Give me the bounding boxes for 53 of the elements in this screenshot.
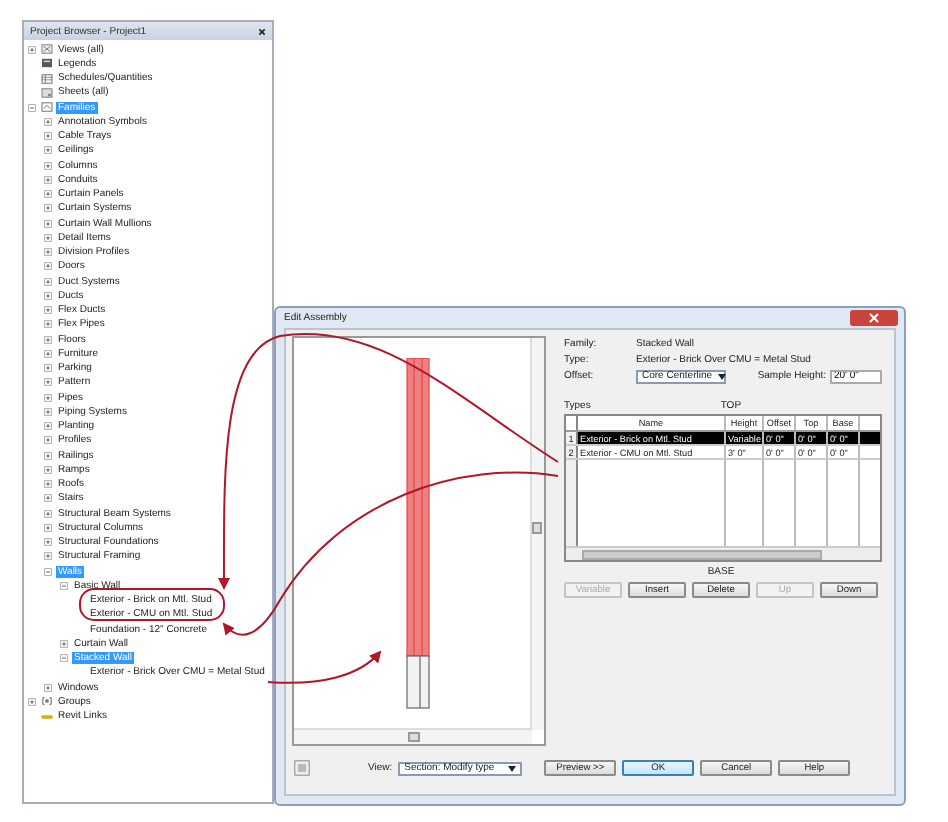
expander-icon[interactable] bbox=[60, 581, 68, 590]
horizontal-scrollbar[interactable] bbox=[294, 728, 532, 744]
horizontal-scrollbar[interactable] bbox=[566, 546, 880, 560]
expander-icon[interactable] bbox=[44, 378, 52, 387]
close-icon[interactable] bbox=[258, 27, 266, 35]
expander-icon[interactable] bbox=[44, 204, 52, 213]
views-icon bbox=[40, 44, 54, 55]
expander-icon[interactable] bbox=[28, 45, 36, 54]
expander-icon[interactable] bbox=[28, 697, 36, 706]
families-icon bbox=[40, 102, 54, 113]
expander-icon[interactable] bbox=[44, 393, 52, 402]
expander-icon[interactable] bbox=[44, 117, 52, 126]
expander-icon[interactable] bbox=[44, 349, 52, 358]
expander-icon[interactable] bbox=[44, 335, 52, 344]
expander-icon[interactable] bbox=[44, 480, 52, 489]
sheets-icon bbox=[40, 87, 54, 98]
groups-icon bbox=[40, 696, 54, 707]
expander-icon[interactable] bbox=[44, 407, 52, 416]
caret-icon bbox=[508, 765, 517, 771]
expander-icon[interactable] bbox=[28, 103, 36, 112]
expander-icon[interactable] bbox=[44, 552, 52, 561]
preview-toggle-icon[interactable] bbox=[294, 760, 310, 776]
expander-icon[interactable] bbox=[44, 132, 52, 141]
expander-icon[interactable] bbox=[44, 567, 52, 576]
expander-icon[interactable] bbox=[44, 364, 52, 373]
expander-icon[interactable] bbox=[44, 233, 52, 242]
expander-icon[interactable] bbox=[44, 683, 52, 692]
expander-icon[interactable] bbox=[44, 509, 52, 518]
vertical-scrollbar[interactable] bbox=[530, 338, 544, 730]
expander-icon[interactable] bbox=[44, 291, 52, 300]
expander-icon[interactable] bbox=[60, 654, 68, 663]
expander-icon[interactable] bbox=[44, 306, 52, 315]
expander-icon[interactable] bbox=[44, 277, 52, 286]
expander-icon[interactable] bbox=[44, 451, 52, 460]
expander-icon[interactable] bbox=[44, 262, 52, 271]
expander-icon[interactable] bbox=[44, 494, 52, 503]
expander-icon[interactable] bbox=[44, 219, 52, 228]
expander-icon[interactable] bbox=[44, 146, 52, 155]
expander-icon[interactable] bbox=[44, 248, 52, 257]
expander-icon[interactable] bbox=[44, 523, 52, 532]
expander-icon[interactable] bbox=[44, 436, 52, 445]
caret-icon bbox=[718, 373, 727, 379]
schedules-icon bbox=[40, 73, 54, 84]
expander-icon[interactable] bbox=[44, 422, 52, 431]
expander-icon[interactable] bbox=[44, 538, 52, 547]
expander-icon[interactable] bbox=[44, 320, 52, 329]
expander-icon[interactable] bbox=[44, 190, 52, 199]
expander-icon[interactable] bbox=[44, 465, 52, 474]
expander-icon[interactable] bbox=[60, 639, 68, 648]
expander-icon[interactable] bbox=[44, 161, 52, 170]
legends-icon bbox=[40, 58, 54, 69]
expander-icon[interactable] bbox=[44, 175, 52, 184]
annotation-arrow bbox=[267, 650, 382, 684]
